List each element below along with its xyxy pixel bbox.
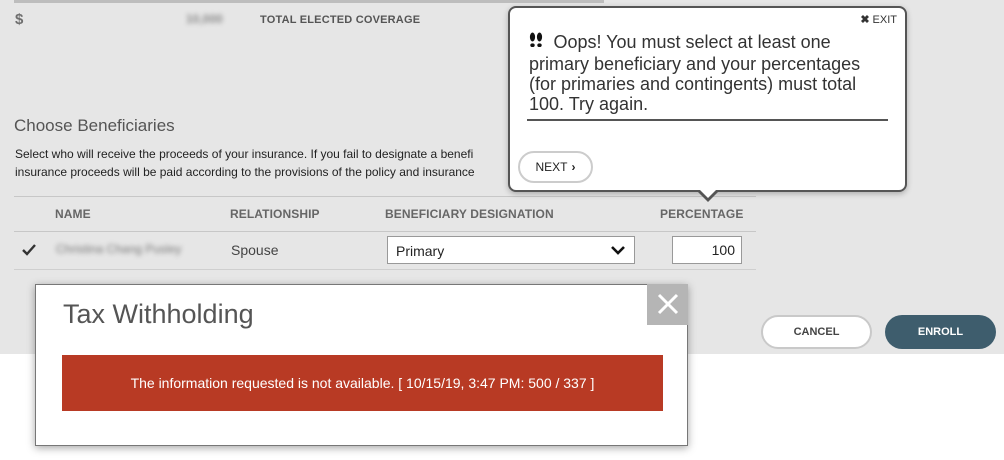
next-label: NEXT	[535, 160, 568, 174]
coverage-amount: 10,000	[186, 12, 223, 26]
coverage-bar	[14, 0, 604, 3]
header-relationship: RELATIONSHIP	[230, 207, 320, 221]
beneficiaries-description: Select who will receive the proceeds of …	[15, 145, 535, 181]
table-row: Christina Chang Pusley Spouse Primary 10…	[14, 231, 756, 270]
tooltip-message: Oops! You must select at least one prima…	[529, 32, 861, 114]
beneficiary-table-header: NAME RELATIONSHIP BENEFICIARY DESIGNATIO…	[14, 196, 756, 232]
beneficiary-name: Christina Chang Pusley	[56, 242, 182, 256]
checkmark-icon[interactable]	[22, 243, 36, 259]
chevron-down-icon	[611, 246, 625, 255]
tooltip-message-block: Oops! You must select at least one prima…	[529, 32, 879, 114]
beneficiary-relationship: Spouse	[231, 242, 279, 258]
validation-tooltip: ✖ EXIT Oops! You must select at least one…	[508, 6, 907, 192]
footprints-icon	[529, 32, 547, 52]
section-title: Choose Beneficiaries	[14, 116, 175, 135]
exit-button[interactable]: ✖ EXIT	[860, 13, 897, 26]
modal-close-button[interactable]	[647, 284, 688, 325]
percentage-input[interactable]: 100	[672, 236, 742, 264]
designation-select[interactable]: Primary	[387, 236, 635, 264]
close-icon	[657, 293, 678, 315]
description-line-1: Select who will receive the proceeds of …	[15, 147, 474, 161]
chevron-right-icon: ›	[571, 160, 576, 174]
next-button[interactable]: NEXT ›	[518, 151, 593, 183]
description-line-2: insurance proceeds will be paid accordin…	[15, 165, 475, 179]
designation-value: Primary	[396, 243, 445, 259]
tooltip-pointer-fill	[699, 189, 717, 198]
header-name: NAME	[55, 207, 91, 221]
tax-withholding-modal: Tax Withholding The information requeste…	[35, 284, 688, 446]
header-designation: BENEFICIARY DESIGNATION	[385, 207, 554, 221]
close-icon: ✖	[860, 14, 870, 26]
error-banner: The information requested is not availab…	[62, 355, 663, 411]
currency-symbol: $	[15, 11, 24, 28]
exit-label: EXIT	[872, 14, 897, 26]
header-percentage: PERCENTAGE	[660, 207, 744, 221]
total-elected-coverage-label: TOTAL ELECTED COVERAGE	[260, 14, 421, 26]
cancel-button[interactable]: CANCEL	[761, 315, 872, 349]
modal-title: Tax Withholding	[63, 299, 254, 329]
tooltip-divider	[527, 119, 888, 121]
enroll-button[interactable]: ENROLL	[885, 315, 996, 349]
